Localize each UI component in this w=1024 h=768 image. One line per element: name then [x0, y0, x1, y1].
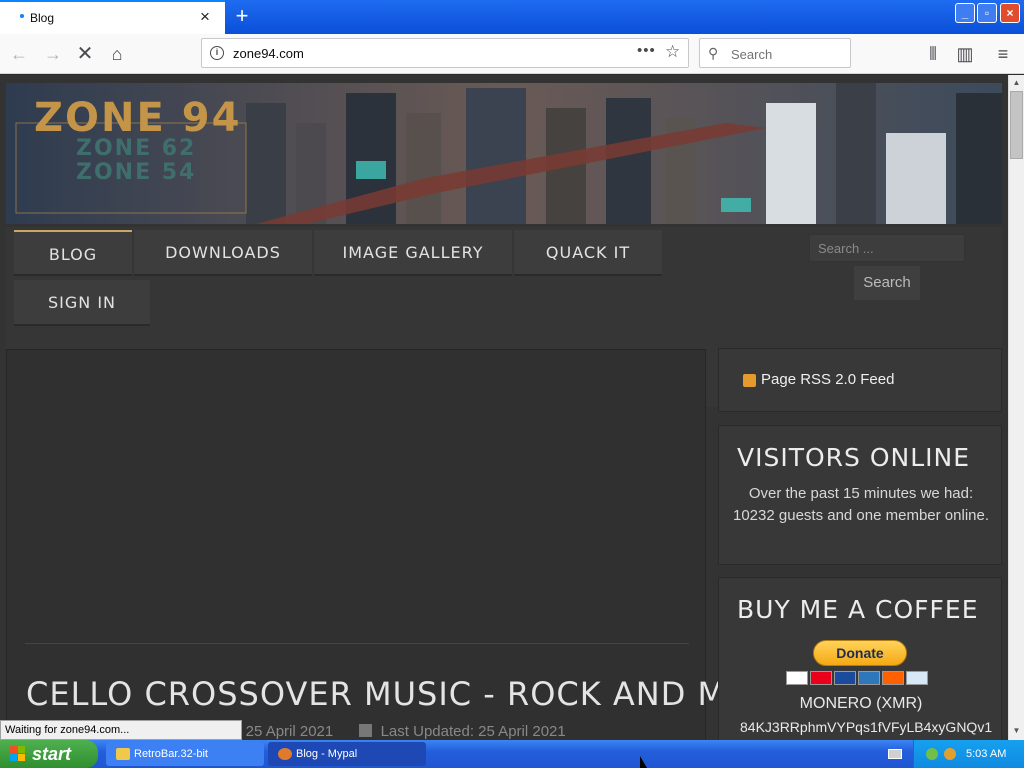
calendar-icon	[359, 724, 373, 737]
tab-loading-dot	[20, 14, 24, 18]
coffee-title: BUY ME A COFFEE	[737, 595, 979, 624]
search-tray-icon[interactable]	[944, 748, 956, 760]
nav-item-quack-it[interactable]: QUACK IT	[514, 230, 662, 276]
site-search-button[interactable]: Search	[854, 266, 920, 300]
article-published-date: d: 25 April 2021	[229, 723, 334, 740]
minimize-window-button[interactable]: _	[955, 3, 975, 23]
close-tab-icon[interactable]: ×	[200, 7, 210, 27]
taskbar-item-label: Blog - Mypal	[296, 748, 358, 760]
taskbar-item-browser[interactable]: Blog - Mypal	[268, 742, 426, 766]
site-logo-sub-line2: ZONE 54	[76, 160, 197, 185]
rss-icon	[743, 374, 756, 387]
screen: Blog × + _ ▫ × ← → ✕ ⌂ i zone94.com ••• …	[0, 0, 1024, 768]
visitors-text: Over the past 15 minutes we had: 10232 g…	[733, 485, 990, 524]
rss-feed-link[interactable]: Page RSS 2.0 Feed	[761, 371, 894, 388]
new-tab-button[interactable]: +	[230, 3, 254, 29]
back-arrow-icon[interactable]: ←	[6, 42, 32, 66]
payment-cards-icons	[786, 671, 936, 687]
mouse-cursor	[640, 756, 647, 768]
hamburger-menu-icon[interactable]: ≡	[990, 42, 1016, 66]
site-search-input[interactable]: Search ...	[809, 234, 965, 262]
maestro-icon	[834, 671, 856, 685]
web-page: ZONE 94 ZONE 62 ZONE 54 BLOG DOWNLOADS I…	[0, 75, 1008, 740]
rss-widget: Page RSS 2.0 Feed	[718, 348, 1002, 412]
page-scrollbar[interactable]: ▲ ▼	[1008, 75, 1024, 740]
browser-status-bar: Waiting for zone94.com...	[0, 720, 242, 740]
browser-tabstrip: Blog × + _ ▫ ×	[0, 0, 1024, 34]
bookmark-star-icon[interactable]: ☆	[665, 42, 680, 62]
system-tray: 5:03 AM	[913, 740, 1024, 768]
discover-icon	[882, 671, 904, 685]
sidebar-toggle-icon[interactable]: ▥	[952, 42, 978, 66]
browser-tab[interactable]: Blog ×	[0, 0, 225, 34]
browser-search-placeholder: Search	[731, 47, 773, 62]
close-window-button[interactable]: ×	[1000, 3, 1020, 23]
network-icon[interactable]	[926, 748, 938, 760]
taskbar-item-retrobar[interactable]: RetroBar.32-bit	[106, 742, 264, 766]
article-title[interactable]: CELLO CROSSOVER MUSIC - ROCK AND METAL	[26, 675, 807, 713]
amex-icon	[858, 671, 880, 685]
windows-flag-icon	[10, 746, 26, 762]
site-logo-main: ZONE 94	[34, 95, 242, 141]
article-card: CELLO CROSSOVER MUSIC - ROCK AND METAL d…	[6, 349, 806, 740]
browser-icon	[278, 748, 292, 760]
article-divider	[25, 643, 689, 644]
monero-address: 84KJ3RRphmVYPqs1fVFyLB4xyGNQv1	[740, 719, 993, 735]
forward-arrow-icon[interactable]: →	[40, 42, 66, 66]
scroll-up-icon[interactable]: ▲	[1009, 75, 1024, 91]
nav-item-blog[interactable]: BLOG	[14, 230, 132, 276]
donate-button[interactable]: Donate	[813, 640, 907, 666]
taskbar-item-label: RetroBar.32-bit	[134, 748, 208, 760]
browser-search-input[interactable]: ⚲ Search	[699, 38, 851, 68]
maximize-window-button[interactable]: ▫	[977, 3, 997, 23]
nav-item-downloads[interactable]: DOWNLOADS	[134, 230, 312, 276]
bank-card-icon	[906, 671, 928, 685]
browser-navbar: ← → ✕ ⌂ i zone94.com ••• ☆ ⚲ Search ⫴ ▥ …	[0, 34, 1024, 74]
stop-loading-icon[interactable]: ✕	[72, 42, 98, 66]
start-label: start	[32, 744, 72, 764]
article-meta: d: 25 April 2021 Last Updated: 25 April …	[229, 723, 566, 740]
address-bar[interactable]: i zone94.com ••• ☆	[201, 38, 689, 68]
taskbar: start RetroBar.32-bit Blog - Mypal 5:03 …	[0, 740, 1024, 768]
library-icon[interactable]: ⫴	[920, 42, 946, 66]
monero-label: MONERO (XMR)	[799, 695, 923, 712]
start-button[interactable]: start	[0, 740, 98, 768]
taskbar-clock[interactable]: 5:03 AM	[966, 740, 1006, 768]
site-info-icon[interactable]: i	[210, 46, 224, 60]
keyboard-icon[interactable]	[888, 749, 902, 759]
nav-item-sign-in[interactable]: SIGN IN	[14, 280, 150, 326]
nav-item-image-gallery[interactable]: IMAGE GALLERY	[314, 230, 512, 276]
home-icon[interactable]: ⌂	[104, 42, 130, 66]
tab-title: Blog	[30, 11, 55, 25]
site-logo-sub-line1: ZONE 62	[76, 136, 197, 161]
mastercard-icon	[810, 671, 832, 685]
site-banner[interactable]: ZONE 94 ZONE 62 ZONE 54	[6, 83, 1002, 224]
folder-icon	[116, 748, 130, 760]
scroll-down-icon[interactable]: ▼	[1009, 723, 1024, 739]
address-url[interactable]: zone94.com	[233, 46, 304, 61]
visa-icon	[786, 671, 808, 685]
visitors-title: VISITORS ONLINE	[737, 443, 971, 472]
visitors-widget: VISITORS ONLINE Over the past 15 minutes…	[718, 425, 1002, 565]
scrollbar-thumb[interactable]	[1010, 91, 1023, 159]
page-actions-icon[interactable]: •••	[637, 42, 656, 59]
article-last-updated: Last Updated: 25 April 2021	[380, 723, 566, 740]
search-icon: ⚲	[708, 45, 719, 61]
site-logo-sub: ZONE 62 ZONE 54	[76, 137, 196, 185]
coffee-widget: BUY ME A COFFEE Donate MONERO (XMR) 84KJ…	[718, 577, 1002, 740]
